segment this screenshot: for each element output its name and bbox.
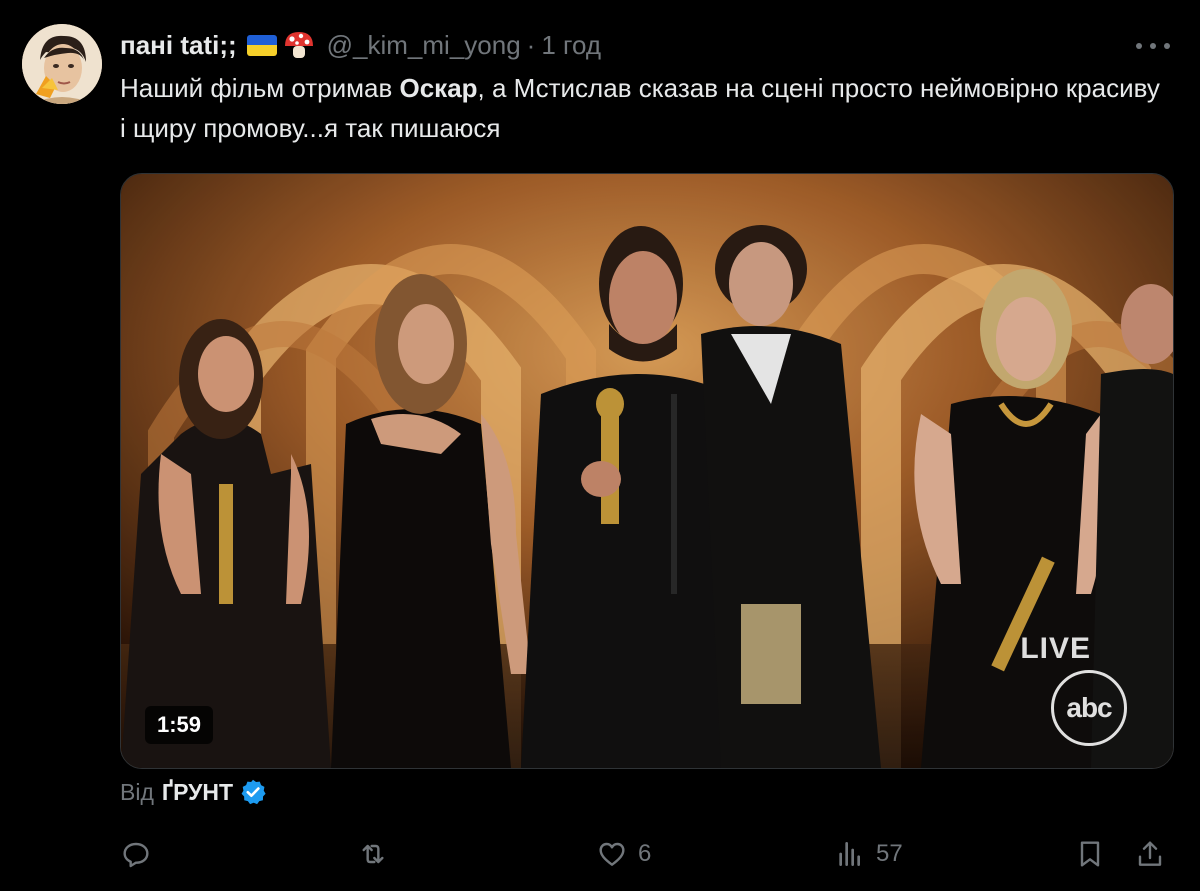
reply-button[interactable]: [120, 836, 162, 872]
bookmark-button[interactable]: [1074, 836, 1106, 872]
tweet-text-part1: Наший фільм отримав: [120, 73, 400, 103]
views-count: 57: [876, 840, 903, 867]
source-prefix: Від: [120, 778, 154, 805]
display-name[interactable]: пані tati;;: [120, 30, 237, 61]
like-count: 6: [638, 840, 652, 867]
more-icon[interactable]: [1136, 32, 1170, 60]
live-label: LIVE: [1020, 632, 1091, 665]
like-button[interactable]: 6: [596, 836, 651, 872]
handle[interactable]: @_kim_mi_yong: [327, 30, 521, 61]
views-icon: [839, 842, 860, 866]
like-icon: [599, 842, 625, 866]
tweet-header: пані tati;; @_kim_mi_yong · 1 год: [120, 28, 601, 62]
verified-icon: [239, 778, 267, 806]
share-button[interactable]: [1134, 836, 1166, 872]
retweet-icon: [362, 844, 384, 864]
source-name[interactable]: ҐРУНТ: [162, 779, 233, 806]
tweet[interactable]: пані tati;; @_kim_mi_yong · 1 год Наший …: [0, 0, 1200, 891]
separator-dot: ·: [526, 29, 536, 60]
share-icon: [1138, 841, 1162, 866]
avatar[interactable]: [22, 24, 102, 104]
reply-icon: [123, 842, 149, 868]
bookmark-icon: [1080, 841, 1100, 867]
video-player[interactable]: 1:59 LIVE abc: [120, 173, 1174, 769]
tweet-text: Наший фільм отримав Оскар, а Мстислав ск…: [120, 68, 1160, 148]
ukraine-flag-icon: [246, 34, 277, 56]
timestamp[interactable]: 1 год: [541, 30, 601, 61]
network-logo: abc: [1051, 670, 1127, 746]
video-duration: 1:59: [145, 706, 214, 744]
video-frame: [121, 174, 1173, 768]
tweet-text-bold: Оскар: [399, 73, 478, 103]
source-attribution: Від ҐРУНТ: [120, 776, 267, 808]
mushroom-icon: [283, 30, 315, 60]
retweet-button[interactable]: [357, 836, 399, 872]
views-button[interactable]: 57: [834, 836, 903, 872]
action-bar: 6 57: [0, 836, 1200, 872]
